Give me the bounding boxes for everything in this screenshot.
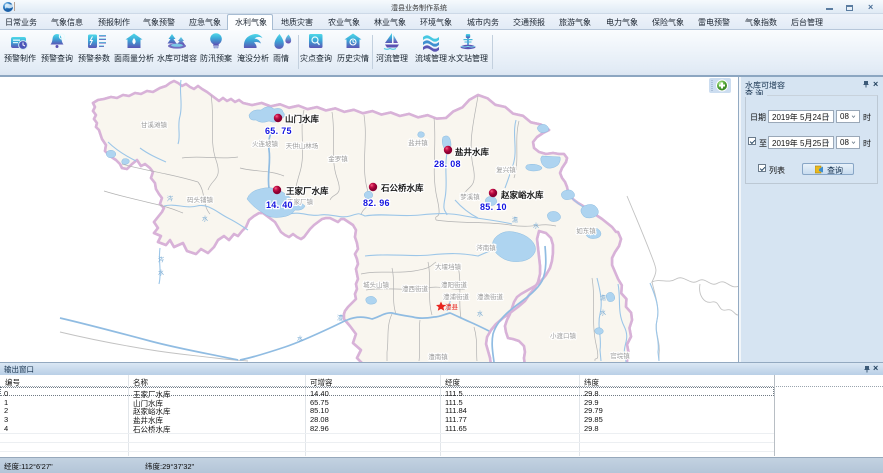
- svg-text:澧县: 澧县: [445, 302, 459, 311]
- svg-text:盐井镇: 盐井镇: [408, 138, 428, 147]
- svg-text:盐井水库: 盐井水库: [455, 147, 490, 157]
- svg-text:涔: 涔: [167, 195, 173, 203]
- svg-text:大堰垱镇: 大堰垱镇: [435, 262, 462, 271]
- svg-text:石公桥水库: 石公桥水库: [380, 183, 424, 193]
- svg-text:28. 08: 28. 08: [434, 159, 461, 169]
- svg-text:澧西街道: 澧西街道: [402, 284, 429, 293]
- svg-text:65. 75: 65. 75: [265, 126, 292, 136]
- svg-text:水: 水: [533, 222, 539, 230]
- svg-text:梦溪镇: 梦溪镇: [460, 192, 480, 201]
- svg-text:水: 水: [297, 335, 303, 343]
- svg-text:水: 水: [202, 215, 208, 223]
- svg-text:澧阳街道: 澧阳街道: [441, 280, 468, 289]
- svg-text:澧浦街道: 澧浦街道: [443, 292, 470, 301]
- svg-text:码头铺镇: 码头铺镇: [187, 195, 214, 204]
- svg-text:14. 40: 14. 40: [266, 200, 293, 210]
- svg-text:如东镇: 如东镇: [576, 226, 596, 235]
- svg-text:82. 96: 82. 96: [363, 198, 390, 208]
- svg-text:澧南镇: 澧南镇: [428, 352, 448, 361]
- svg-text:天供山林场: 天供山林场: [286, 141, 319, 150]
- svg-text:王家厂水库: 王家厂水库: [286, 186, 329, 196]
- svg-text:水: 水: [600, 309, 606, 317]
- svg-text:山门水库: 山门水库: [285, 114, 320, 124]
- svg-text:小渡口镇: 小渡口镇: [550, 331, 577, 340]
- svg-text:复兴镇: 复兴镇: [496, 165, 516, 174]
- svg-text:澹: 澹: [512, 216, 518, 224]
- svg-text:澧澹街道: 澧澹街道: [477, 292, 504, 301]
- svg-text:赵家峪水库: 赵家峪水库: [500, 190, 544, 200]
- svg-text:澧: 澧: [337, 314, 343, 322]
- svg-text:澹: 澹: [600, 294, 606, 302]
- svg-text:85. 10: 85. 10: [480, 202, 507, 212]
- svg-text:甘溪滩镇: 甘溪滩镇: [141, 120, 168, 129]
- svg-text:金罗镇: 金罗镇: [328, 154, 348, 163]
- svg-text:涔南镇: 涔南镇: [476, 243, 496, 252]
- svg-text:城头山镇: 城头山镇: [363, 280, 390, 289]
- svg-text:火连坡镇: 火连坡镇: [252, 139, 279, 148]
- svg-text:官垸镇: 官垸镇: [610, 351, 630, 360]
- svg-text:涔: 涔: [158, 256, 164, 264]
- svg-text:水: 水: [477, 310, 483, 318]
- svg-text:水: 水: [158, 269, 164, 277]
